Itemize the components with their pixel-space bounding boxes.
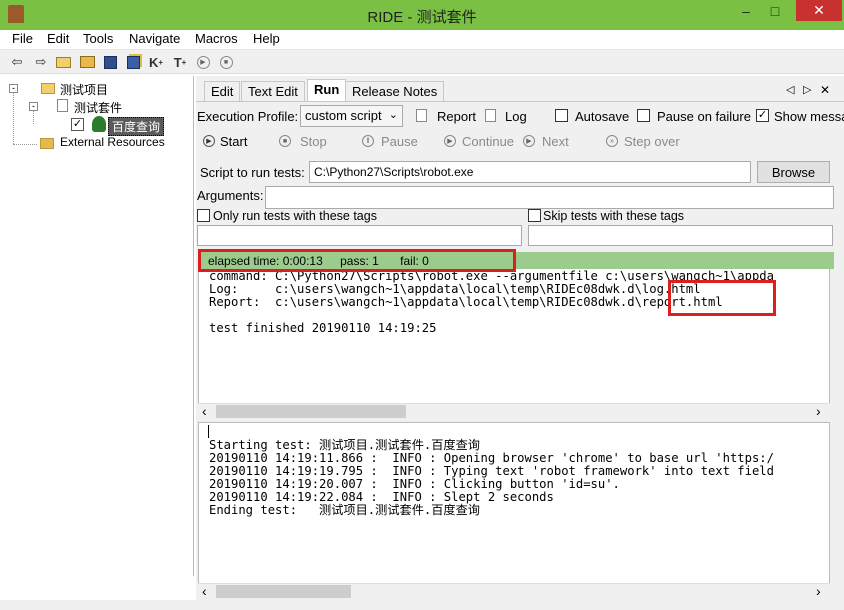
- tree-item-testcase[interactable]: 百度查询: [108, 117, 165, 136]
- start-button[interactable]: Start: [220, 134, 247, 149]
- show-message-checkbox[interactable]: ✓: [756, 109, 769, 122]
- tab-run[interactable]: Run: [307, 79, 347, 101]
- tab-underline: [196, 101, 844, 102]
- toolbar: ⇦ ⇨ K + T + ▶ ■: [0, 50, 844, 74]
- browse-button[interactable]: Browse: [757, 161, 830, 183]
- show-message-label: Show message: [774, 109, 844, 124]
- autosave-label: Autosave: [575, 109, 630, 124]
- tab-edit[interactable]: Edit: [204, 81, 241, 101]
- stop-icon: ■: [279, 135, 291, 147]
- report-file-icon: [416, 109, 427, 122]
- continue-icon: ▶: [444, 135, 456, 147]
- log-link[interactable]: Log: [505, 109, 527, 124]
- suite-file-icon: [57, 99, 68, 112]
- test-tag-icon[interactable]: T +: [171, 53, 189, 71]
- tree-expander[interactable]: -: [29, 102, 38, 111]
- forward-arrow-icon[interactable]: ⇨: [32, 53, 50, 71]
- report-link[interactable]: Report: [437, 109, 476, 124]
- step-over-button[interactable]: Step over: [624, 134, 680, 149]
- tree-item-project[interactable]: 测试项目: [60, 81, 108, 98]
- tab-next-icon[interactable]: ▷: [803, 83, 811, 96]
- text-cursor: [208, 425, 209, 438]
- next-icon: ▶: [523, 135, 535, 147]
- scroll-left-icon[interactable]: ‹: [202, 403, 207, 419]
- pause-icon: ‖: [362, 135, 374, 147]
- stop-button[interactable]: Stop: [300, 134, 327, 149]
- menu-bar: File Edit Tools Navigate Macros Help: [0, 30, 844, 50]
- output-line: Report: c:\users\wangch~1\appdata\local\…: [209, 295, 723, 309]
- open-folder-icon[interactable]: [54, 53, 72, 71]
- save-all-icon[interactable]: [124, 53, 142, 71]
- close-button[interactable]: ✕: [796, 0, 842, 21]
- arguments-input[interactable]: [265, 186, 834, 209]
- menu-tools[interactable]: Tools: [83, 31, 113, 46]
- tree-expander[interactable]: -: [9, 84, 18, 93]
- tab-close-icon[interactable]: ✕: [820, 83, 830, 97]
- autosave-checkbox[interactable]: [555, 109, 568, 122]
- run-panel: Edit Text Edit Run Release Notes ◁ ▷ ✕ E…: [196, 76, 844, 600]
- title-bar: RIDE - 测试套件 – □ ✕: [0, 0, 844, 30]
- menu-navigate[interactable]: Navigate: [129, 31, 180, 46]
- external-resources-icon: [40, 138, 54, 149]
- maximize-button[interactable]: □: [762, 0, 788, 22]
- execution-profile-label: Execution Profile:: [197, 109, 299, 124]
- log-line: Ending test: 测试项目.测试套件.百度查询: [209, 503, 480, 517]
- script-input[interactable]: C:\Python27\Scripts\robot.exe: [309, 161, 751, 183]
- window-title: RIDE - 测试套件: [367, 9, 477, 26]
- testcase-checkbox[interactable]: ✓: [71, 118, 84, 131]
- menu-macros[interactable]: Macros: [195, 31, 238, 46]
- open-directory-icon[interactable]: [78, 53, 96, 71]
- script-label: Script to run tests:: [200, 165, 305, 180]
- tab-prev-icon[interactable]: ◁: [786, 83, 794, 96]
- skip-tags-checkbox[interactable]: [528, 209, 541, 222]
- start-icon: ▶: [203, 135, 215, 147]
- tab-text-edit[interactable]: Text Edit: [241, 81, 305, 101]
- pause-on-failure-checkbox[interactable]: [637, 109, 650, 122]
- output-scrollbar[interactable]: ‹ ›: [198, 403, 830, 419]
- back-arrow-icon[interactable]: ⇦: [8, 53, 26, 71]
- run-icon[interactable]: ▶: [194, 53, 212, 71]
- step-over-icon: »: [606, 135, 618, 147]
- log-file-icon: [485, 109, 496, 122]
- stop-icon[interactable]: ■: [217, 53, 235, 71]
- chevron-down-icon: ⌄: [388, 109, 398, 121]
- log-scrollbar[interactable]: ‹ ›: [198, 583, 830, 599]
- scroll-thumb[interactable]: [216, 585, 351, 598]
- robot-testcase-icon: [92, 116, 106, 132]
- menu-edit[interactable]: Edit: [47, 31, 69, 46]
- message-log-pane[interactable]: Starting test: 测试项目.测试套件.百度查询 20190110 1…: [198, 422, 830, 597]
- show-message-clip: Show message: [774, 109, 844, 125]
- tree-item-external[interactable]: External Resources: [60, 135, 165, 149]
- next-button[interactable]: Next: [542, 134, 569, 149]
- continue-button[interactable]: Continue: [462, 134, 514, 149]
- only-tags-input[interactable]: [197, 225, 522, 246]
- highlight-status-box: [198, 249, 516, 272]
- test-tree: - 测试项目 - 测试套件 ✓ 百度查询 External Resources: [0, 76, 194, 576]
- tab-release-notes[interactable]: Release Notes: [345, 81, 445, 101]
- folder-icon: [41, 83, 55, 94]
- keyword-search-icon[interactable]: K +: [147, 53, 165, 71]
- scroll-left-icon[interactable]: ‹: [202, 583, 207, 599]
- menu-file[interactable]: File: [12, 31, 33, 46]
- skip-tags-input[interactable]: [528, 225, 833, 246]
- pause-button[interactable]: Pause: [381, 134, 418, 149]
- tree-connector: [13, 88, 14, 144]
- pause-on-failure-label: Pause on failure: [657, 109, 751, 124]
- scroll-thumb[interactable]: [216, 405, 406, 418]
- scroll-right-icon[interactable]: ›: [816, 403, 821, 419]
- window-bottom-border: [0, 600, 844, 610]
- arguments-label: Arguments:: [197, 188, 264, 203]
- scroll-right-icon[interactable]: ›: [816, 583, 821, 599]
- only-tags-checkbox[interactable]: [197, 209, 210, 222]
- execution-profile-select[interactable]: custom script ⌄: [300, 105, 403, 127]
- tree-connector: [13, 144, 37, 145]
- tree-item-suite[interactable]: 测试套件: [74, 99, 122, 116]
- output-line: test finished 20190110 14:19:25: [209, 321, 437, 335]
- save-icon[interactable]: [101, 53, 119, 71]
- minimize-button[interactable]: –: [733, 0, 759, 22]
- only-tags-label: Only run tests with these tags: [213, 209, 377, 223]
- menu-help[interactable]: Help: [253, 31, 280, 46]
- skip-tags-label: Skip tests with these tags: [543, 209, 685, 223]
- highlight-report-box: [668, 280, 776, 316]
